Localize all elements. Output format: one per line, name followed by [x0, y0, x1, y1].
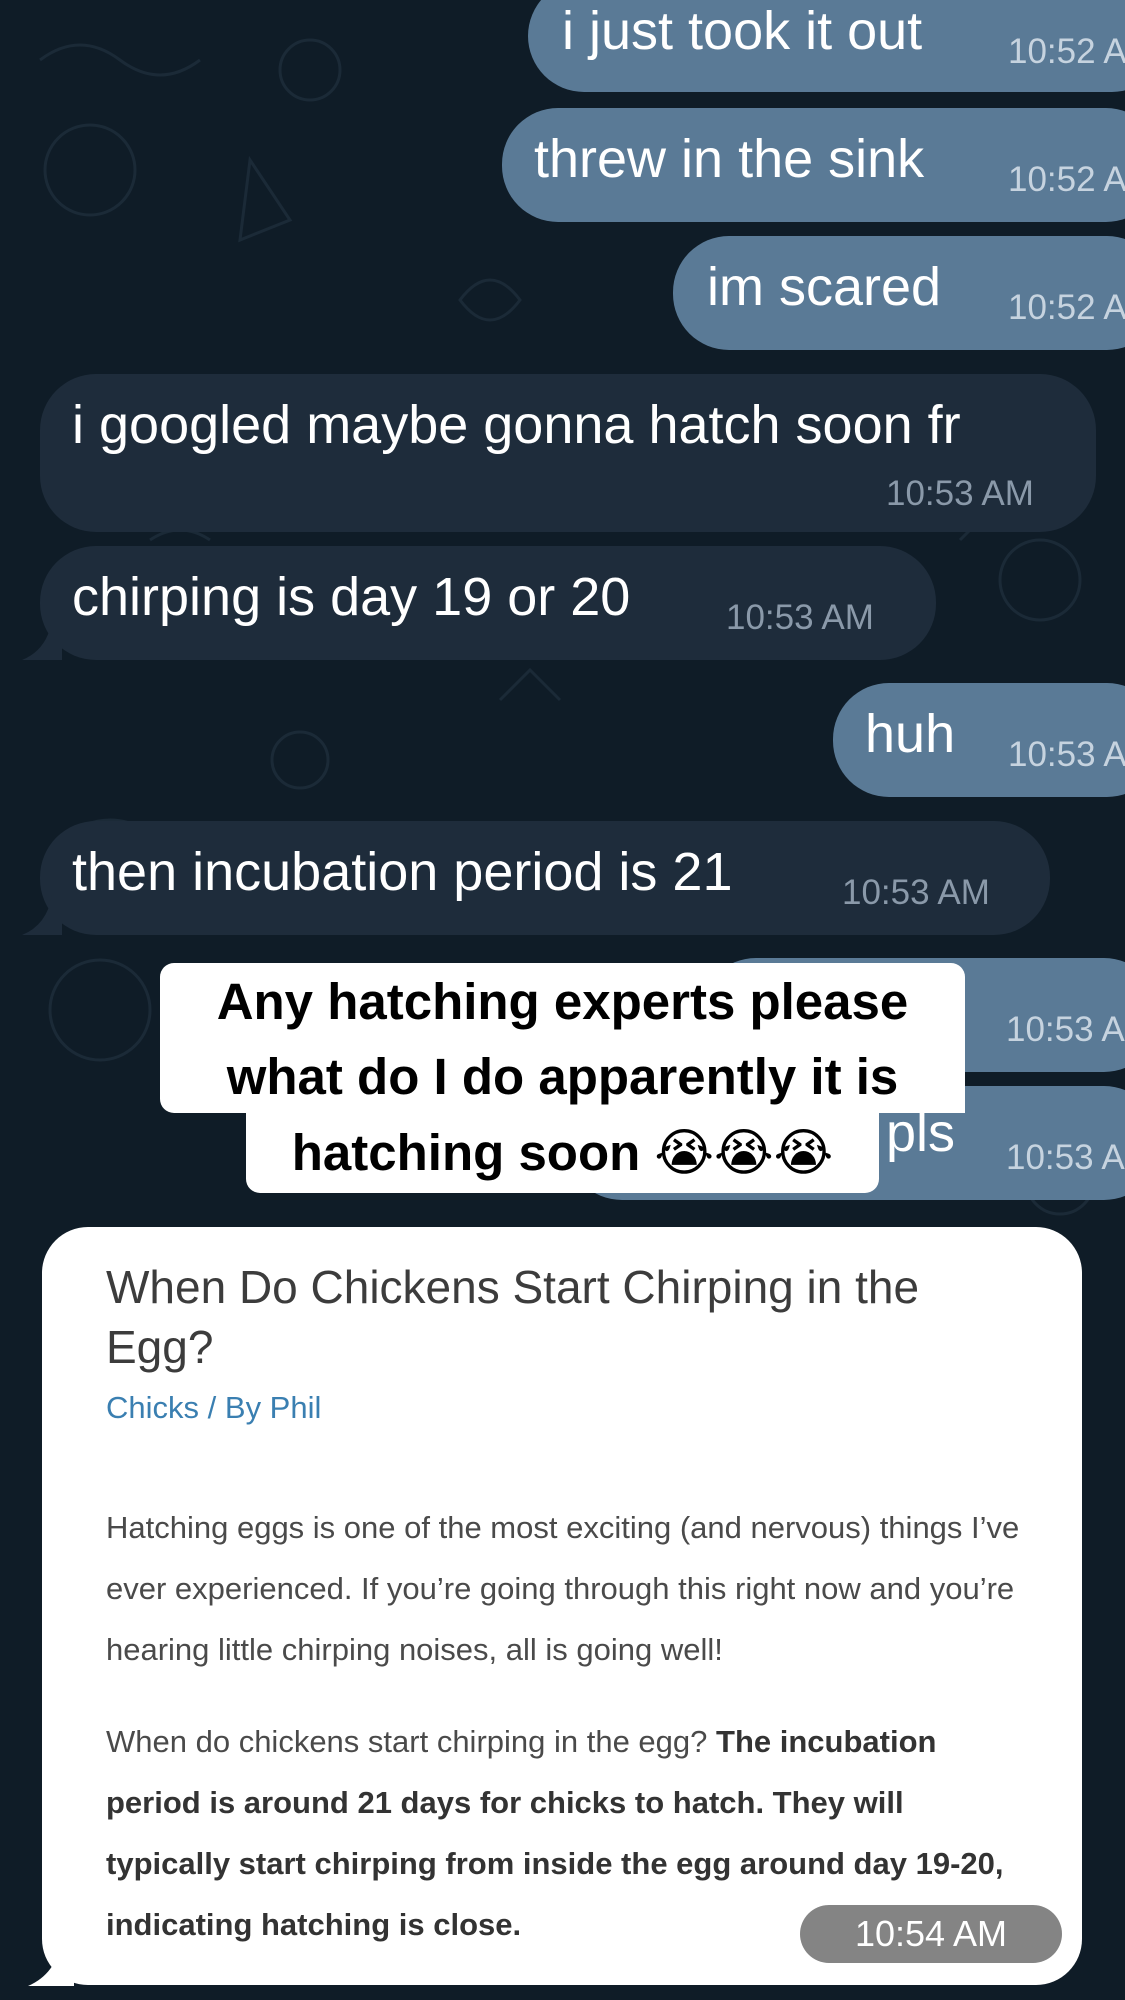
message-bubble-outgoing[interactable]: huh 10:53 AM: [833, 683, 1125, 797]
caption-line-2: what do I do apparently it is: [160, 1041, 965, 1113]
message-text: i googled maybe gonna hatch soon fr: [72, 395, 961, 455]
caption-line-3: hatching soon 😭😭😭: [246, 1113, 879, 1193]
message-text: i just took it out: [562, 1, 923, 61]
article-title: When Do Chickens Start Chirping in the E…: [106, 1261, 920, 1373]
message-bubble-outgoing[interactable]: im scared 10:52 AM: [673, 236, 1125, 350]
message-time: 10:52 AM: [1008, 160, 1125, 199]
message-text: chirping is day 19 or 20: [72, 567, 631, 627]
article-author-link[interactable]: By Phil: [225, 1390, 321, 1425]
message-time: 10:53 AM: [1006, 1010, 1125, 1049]
message-bubble-incoming[interactable]: chirping is day 19 or 20 10:53 AM: [40, 546, 936, 660]
message-time: 10:53 AM: [726, 598, 874, 637]
message-time: 10:53 AM: [886, 474, 1034, 513]
bubble-tail-icon: [22, 895, 62, 935]
message-time: 10:53 AM: [842, 873, 990, 912]
article-category-link[interactable]: Chicks: [106, 1390, 199, 1425]
article-meta: Chicks / By Phil: [106, 1390, 321, 1426]
message-text: pls: [886, 1103, 956, 1163]
message-time: 10:53 AM: [1006, 1138, 1125, 1177]
message-text: then incubation period is 21: [72, 842, 733, 902]
message-bubble-incoming[interactable]: then incubation period is 21 10:53 AM: [40, 821, 1050, 935]
message-text: threw in the sink: [534, 129, 925, 189]
message-bubble-outgoing[interactable]: i just took it out 10:52 AM: [528, 0, 1125, 92]
article-message-time: 10:54 AM: [800, 1905, 1062, 1963]
caption-line-1: Any hatching experts please: [160, 963, 965, 1041]
article-paragraph-1: Hatching eggs is one of the most excitin…: [106, 1510, 1020, 1667]
message-text: im scared: [707, 257, 942, 317]
article-screenshot-card[interactable]: When Do Chickens Start Chirping in the E…: [42, 1227, 1082, 1985]
message-time: 10:52 AM: [1008, 288, 1125, 327]
message-time: 10:53 AM: [1008, 735, 1125, 774]
message-time: 10:52 AM: [1008, 32, 1125, 71]
message-bubble-outgoing[interactable]: threw in the sink 10:52 AM: [502, 108, 1125, 222]
message-bubble-incoming[interactable]: i googled maybe gonna hatch soon fr 10:5…: [40, 374, 1096, 532]
bubble-tail-icon: [22, 620, 62, 660]
message-text: huh: [865, 704, 956, 764]
paragraph-2-intro: When do chickens start chirping in the e…: [106, 1724, 708, 1759]
meta-separator: /: [207, 1390, 217, 1425]
